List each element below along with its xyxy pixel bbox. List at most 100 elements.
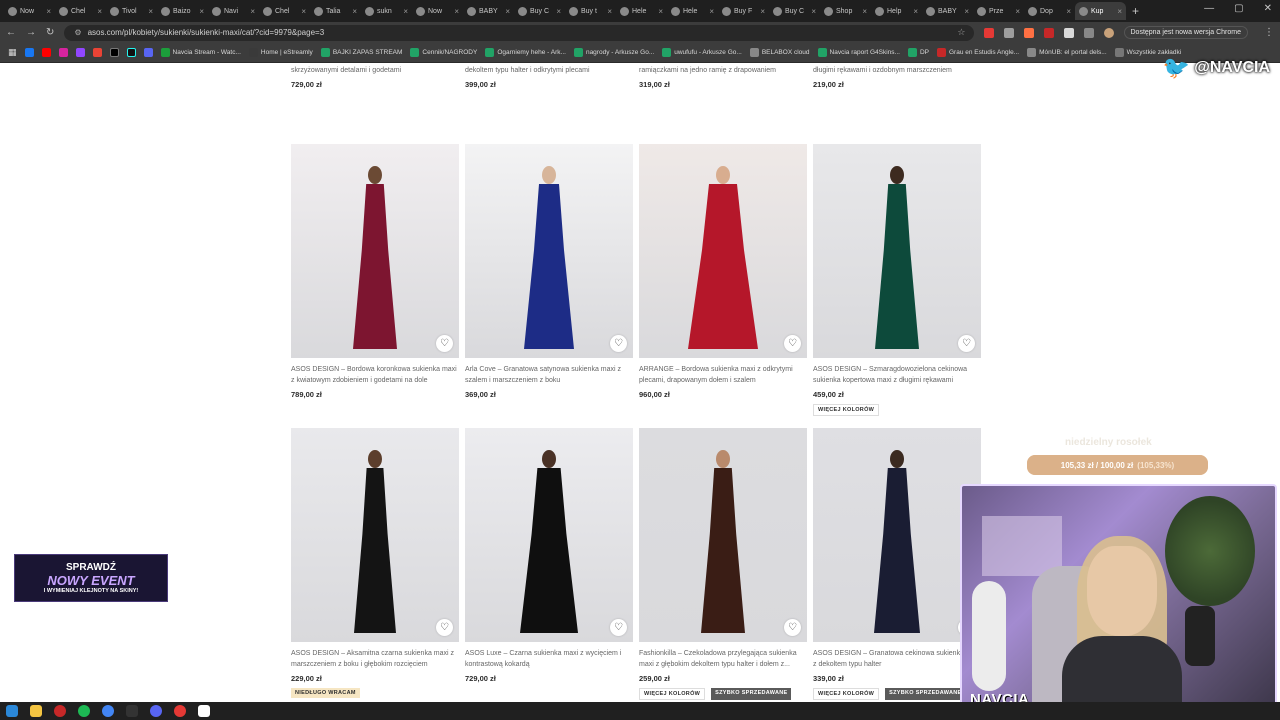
product-title[interactable]: ASOS DESIGN – Szałwiowa sukienka maxi z … [813,63,981,76]
browser-tab[interactable]: Now × [4,2,55,20]
bookmark-item[interactable]: Grau en Estudis Angle... [937,48,1019,57]
browser-tab[interactable]: Prze × [973,2,1024,20]
product-image[interactable]: ♡ [291,428,459,642]
bookmark-item[interactable]: DP [907,48,929,57]
tab-close-icon[interactable]: × [913,7,918,16]
save-heart-icon[interactable]: ♡ [436,619,453,636]
product-title[interactable]: TFNC – Czekoladowa siateczkowa sukienka … [465,63,633,76]
youtube-icon[interactable] [41,48,51,57]
browser-tab[interactable]: Tivol × [106,2,157,20]
product-card[interactable]: ♡ ASOS DESIGN – Szmaragdowozielona cekino… [813,144,981,416]
product-badge[interactable]: WIĘCEJ KOLORÓW [813,404,880,416]
bookmark-item[interactable]: Cennik/NAGRODY [410,48,477,57]
bookmark-item[interactable]: MónUB: el portal dels... [1027,48,1107,57]
save-heart-icon[interactable]: ♡ [958,335,975,352]
product-title[interactable]: ASOS DESIGN – Czarna cekinowa sukienka m… [639,63,807,76]
product-card[interactable]: ♡ ASOS DESIGN – Bordowa koronkowa sukienk… [291,144,459,399]
app-icon[interactable] [174,705,186,717]
tab-close-icon[interactable]: × [760,7,765,16]
browser-tab[interactable]: Chel × [259,2,310,20]
product-image[interactable]: ♡ [813,144,981,358]
bookmark-star-icon[interactable]: ☆ [957,27,965,38]
browser-tab[interactable]: Dop × [1024,2,1075,20]
reload-icon[interactable]: ↻ [46,27,54,38]
tab-close-icon[interactable]: × [811,7,816,16]
browser-tab[interactable]: Help × [871,2,922,20]
tab-close-icon[interactable]: × [964,7,969,16]
product-card[interactable]: ♡ASOS DESIGN – Czarna cekinowa sukienka … [639,63,807,89]
tab-close-icon[interactable]: × [1117,7,1122,16]
save-heart-icon[interactable]: ♡ [784,335,801,352]
product-card[interactable]: ♡Forever New – Kremowa sukienka maxi ze … [291,63,459,89]
minimize-icon[interactable]: — [1204,3,1214,14]
product-card[interactable]: ♡TFNC – Czekoladowa siateczkowa sukienka… [465,63,633,89]
apps-icon[interactable]: ▦ [8,47,17,58]
discord-icon[interactable] [143,48,153,57]
tab-close-icon[interactable]: × [862,7,867,16]
browser-tab[interactable]: Buy t × [565,2,616,20]
product-image[interactable]: ♡ [639,144,807,358]
bookmark-item[interactable]: nagrody - Arkusze Go... [573,48,654,57]
tab-close-icon[interactable]: × [607,7,612,16]
save-heart-icon[interactable]: ♡ [610,619,627,636]
product-badge[interactable]: WIĘCEJ KOLORÓW [813,688,880,700]
extension-icon[interactable] [1063,27,1074,38]
tab-close-icon[interactable]: × [454,7,459,16]
tiktok-icon[interactable] [126,48,136,57]
back-icon[interactable]: ← [6,27,16,38]
file-explorer-icon[interactable] [30,705,42,717]
browser-tab[interactable]: Shop × [820,2,871,20]
product-title[interactable]: ASOS Luxe – Czarna sukienka maxi z wycię… [465,648,633,670]
tab-close-icon[interactable]: × [148,7,153,16]
bookmark-item[interactable]: Navcia raport G4Skins... [817,48,900,57]
save-heart-icon[interactable]: ♡ [610,335,627,352]
bookmark-item[interactable]: BELABOX cloud [749,48,810,57]
product-image[interactable]: ♡ [639,428,807,642]
browser-tab[interactable]: sukn × [361,2,412,20]
browser-tab[interactable]: BABY × [922,2,973,20]
instagram-icon[interactable] [58,48,68,57]
windows-start-icon[interactable] [6,705,18,717]
product-title[interactable]: ARRANGE – Bordowa sukienka maxi z odkryt… [639,364,807,386]
extension-icon[interactable] [983,27,994,38]
browser-tab[interactable]: Buy F × [718,2,769,20]
tab-close-icon[interactable]: × [658,7,663,16]
maximize-icon[interactable]: ▢ [1234,3,1243,14]
browser-tab[interactable]: Hele × [667,2,718,20]
browser-tab[interactable]: Chel × [55,2,106,20]
twitch-icon[interactable] [75,48,85,57]
browser-tab[interactable]: Hele × [616,2,667,20]
product-image[interactable]: ♡ [465,144,633,358]
bookmark-item[interactable]: Navcia Stream - Watc... [160,48,241,57]
address-bar[interactable]: ⚙ asos.com/pl/kobiety/sukienki/sukienki-… [64,24,974,41]
tab-close-icon[interactable]: × [1066,7,1071,16]
product-card[interactable]: ♡ Arla Cove – Granatowa satynowa sukienka… [465,144,633,399]
save-heart-icon[interactable]: ♡ [436,335,453,352]
extension-icon[interactable] [1023,27,1034,38]
bookmark-item[interactable]: BAJKI ZAPAS STREAM [320,48,402,57]
product-card[interactable]: ♡ASOS DESIGN – Szałwiowa sukienka maxi z… [813,63,981,89]
extension-icon[interactable] [1003,27,1014,38]
product-card[interactable]: ♡ ASOS DESIGN – Granatowa cekinowa sukien… [813,428,981,700]
terminal-icon[interactable] [126,705,138,717]
bookmark-item[interactable]: Ogarniemy hehe - Ark... [485,48,566,57]
product-badge[interactable]: WIĘCEJ KOLORÓW [639,688,706,700]
spotify-icon[interactable] [78,705,90,717]
browser-tab[interactable]: Buy C × [769,2,820,20]
gmail-icon[interactable] [92,48,102,57]
app-icon[interactable] [198,705,210,717]
update-chrome-button[interactable]: Dostępna jest nowa wersja Chrome [1123,26,1248,39]
chrome-icon[interactable] [102,705,114,717]
product-title[interactable]: ASOS DESIGN – Aksamitna czarna sukienka … [291,648,459,670]
product-image[interactable]: ♡ [465,428,633,642]
app-icon[interactable] [54,705,66,717]
tab-close-icon[interactable]: × [97,7,102,16]
menu-icon[interactable]: ⋮ [1264,27,1274,38]
tab-close-icon[interactable]: × [250,7,255,16]
site-info-icon[interactable]: ⚙ [74,28,81,37]
avatar[interactable] [1103,27,1114,38]
forward-icon[interactable]: → [26,27,36,38]
browser-tab[interactable]: Buy C × [514,2,565,20]
x-icon[interactable] [109,48,119,57]
product-image[interactable]: ♡ [813,428,981,642]
